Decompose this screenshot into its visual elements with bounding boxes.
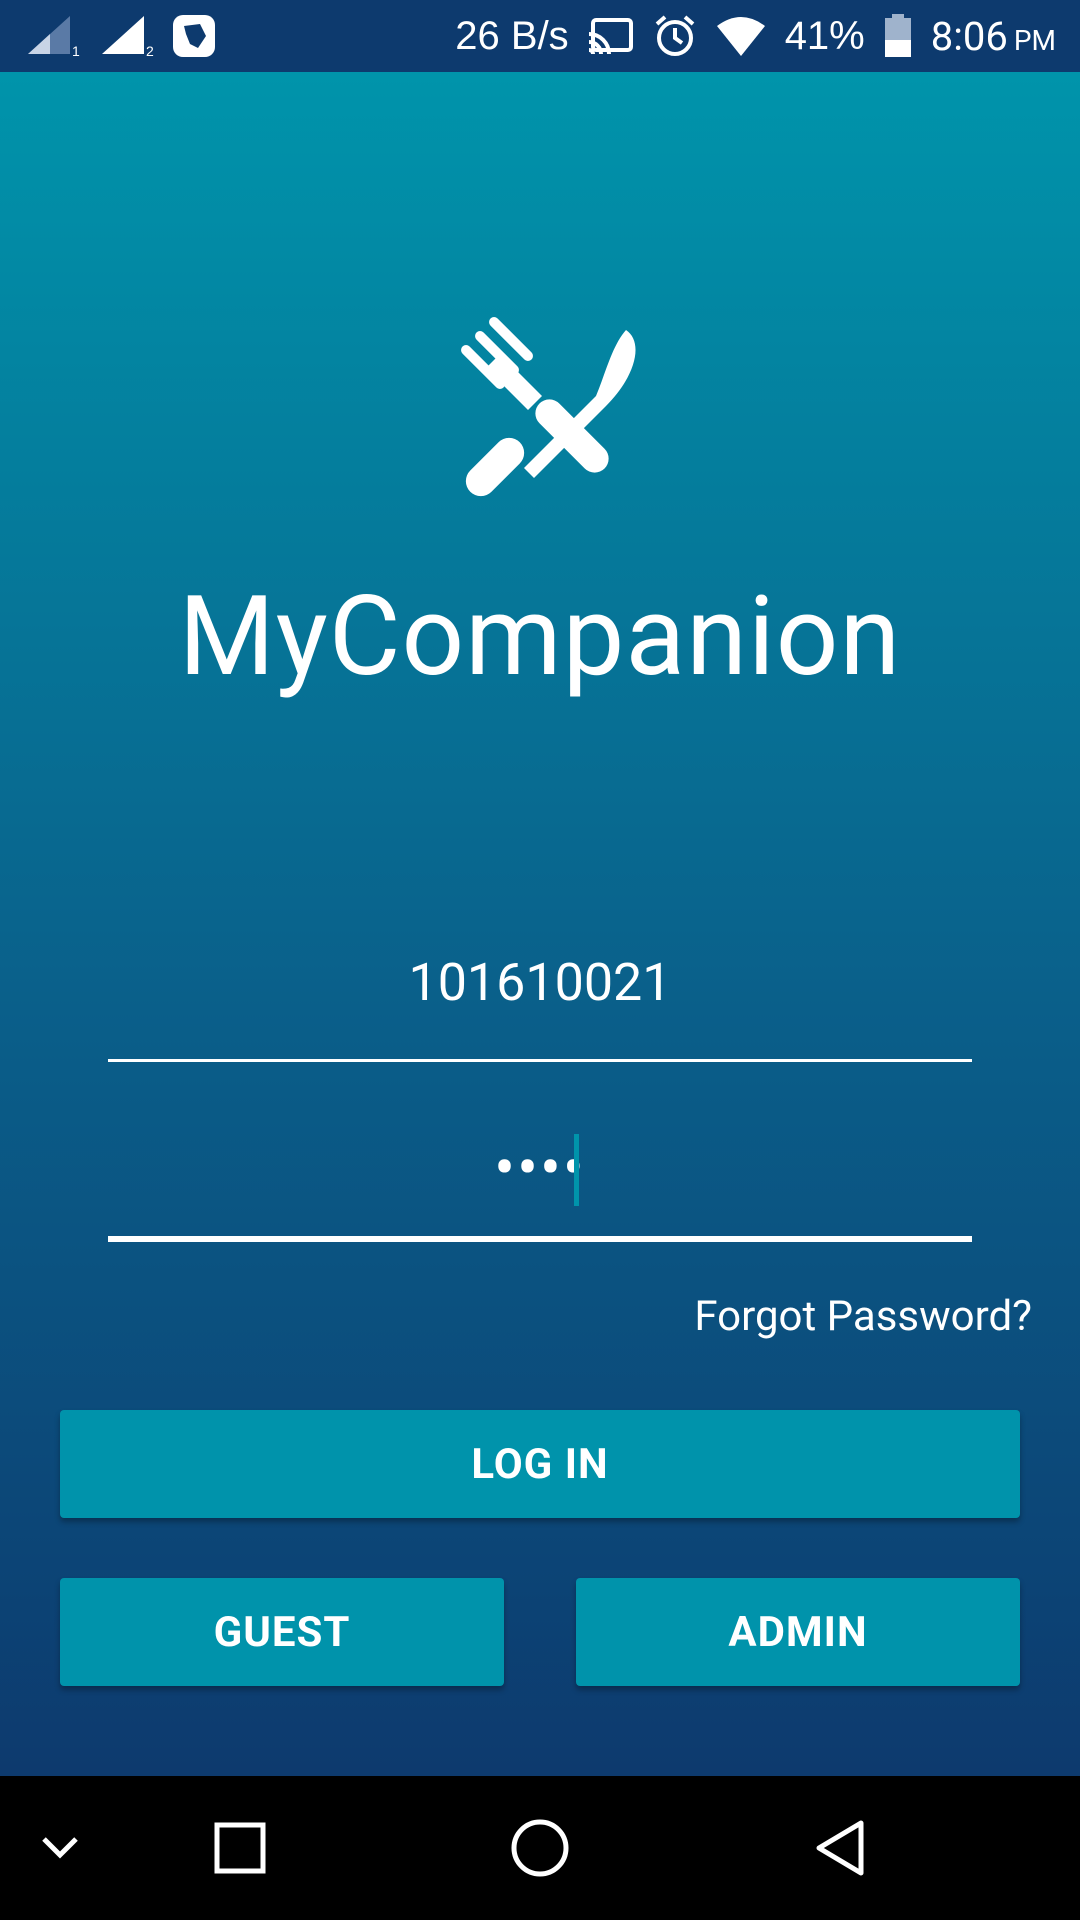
login-screen: MyCompanion 101610021 •••• Forgot Passwo… <box>0 72 1080 1776</box>
forgot-password-link[interactable]: Forgot Password? <box>694 1292 1032 1341</box>
recents-square-icon[interactable] <box>168 1776 312 1920</box>
clock: 8:06 PM <box>931 13 1056 60</box>
password-field[interactable]: •••• <box>108 1132 972 1242</box>
password-value[interactable]: •••• <box>108 1132 972 1205</box>
status-left: 1 2 <box>24 14 216 58</box>
username-value[interactable]: 101610021 <box>108 952 972 1013</box>
app-notification-icon <box>172 14 216 58</box>
admin-button[interactable]: ADMIN <box>576 1578 1020 1686</box>
signal-sim1-icon: 1 <box>24 14 80 58</box>
status-right: 26 B/s 41% 8:06 PM <box>455 13 1056 60</box>
clock-time: 8:06 <box>930 12 1008 60</box>
fork-knife-icon <box>430 302 650 522</box>
back-triangle-icon[interactable] <box>768 1776 912 1920</box>
battery-percent: 41% <box>784 13 865 58</box>
navigation-bar <box>0 1776 1080 1920</box>
home-circle-icon[interactable] <box>468 1776 612 1920</box>
username-underline <box>108 1059 972 1062</box>
signal-sim2-icon: 2 <box>98 14 154 58</box>
password-underline <box>108 1236 972 1242</box>
battery-icon <box>883 14 913 58</box>
app-title: MyCompanion <box>178 572 902 701</box>
cast-icon <box>587 16 635 56</box>
chevron-down-icon[interactable] <box>0 1776 132 1920</box>
wifi-icon <box>715 16 767 56</box>
login-button[interactable]: LOG IN <box>60 1410 1020 1518</box>
alarm-icon <box>653 14 697 58</box>
network-speed: 26 B/s <box>455 13 569 58</box>
sim2-label: 2 <box>146 43 154 58</box>
status-bar: 1 2 26 B/s 41% 8:06 PM <box>0 0 1080 72</box>
clock-ampm: PM <box>1013 23 1056 57</box>
text-cursor <box>574 1134 579 1206</box>
guest-button[interactable]: GUEST <box>60 1578 504 1686</box>
sim1-label: 1 <box>72 43 80 58</box>
username-field[interactable]: 101610021 <box>108 952 972 1062</box>
